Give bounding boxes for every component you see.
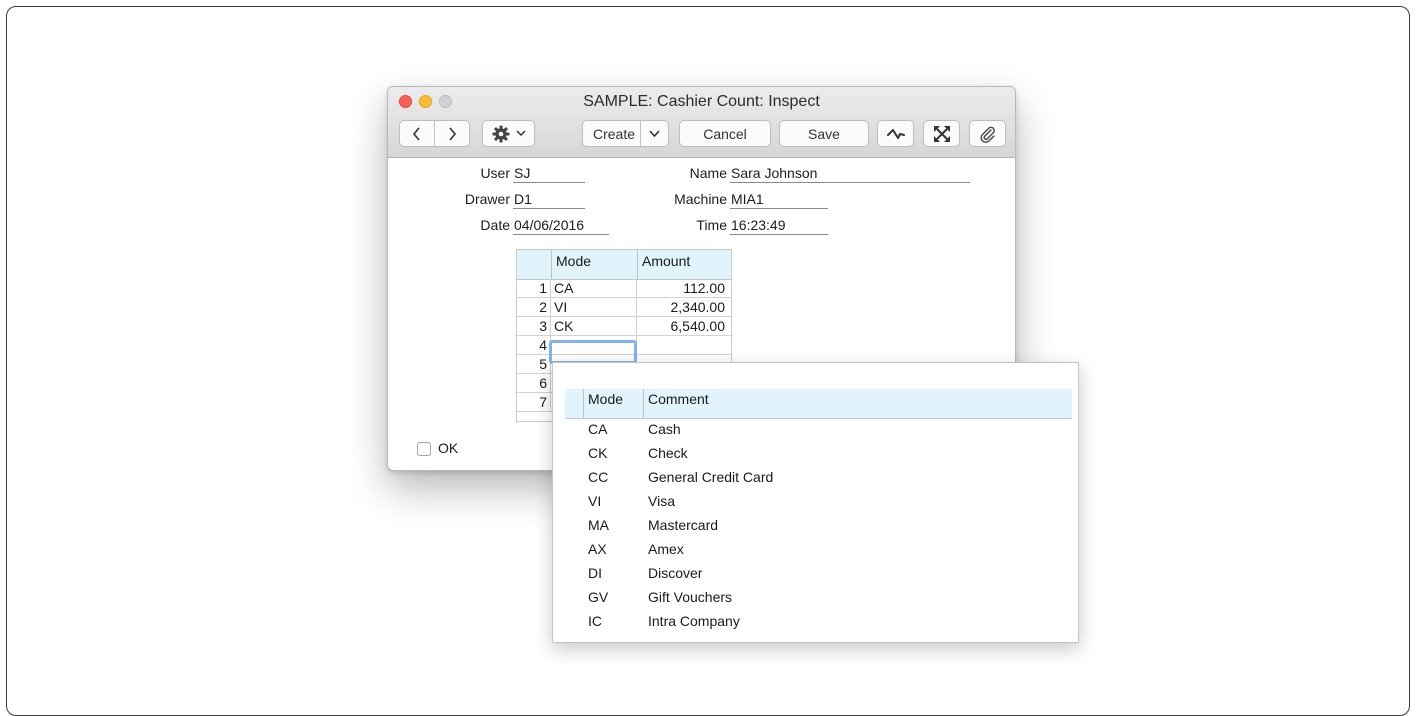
grid-row[interactable]: 2 VI 2,340.00 (517, 298, 731, 317)
popup-comment: Gift Vouchers (648, 589, 733, 605)
amount-cell[interactable]: 2,340.00 (637, 298, 731, 317)
popup-mode: DI (588, 565, 602, 581)
next-record-button[interactable] (434, 121, 469, 146)
popup-row[interactable]: VI Visa (553, 492, 1078, 516)
mode-lookup-popup: Mode Comment CA Cash CK Check CC General… (552, 362, 1079, 643)
gear-icon (492, 125, 509, 142)
grid-header: Mode Amount (517, 250, 731, 280)
machine-label: Machine (674, 191, 727, 207)
date-label: Date (480, 217, 510, 233)
activity-icon (886, 128, 905, 139)
amount-cell[interactable]: 6,540.00 (637, 317, 731, 336)
popup-mode: CA (588, 421, 608, 437)
popup-comment: Cash (648, 421, 681, 437)
row-number: 7 (517, 393, 551, 412)
popup-row[interactable]: CK Check (553, 444, 1078, 468)
popup-comment: Intra Company (648, 613, 740, 629)
time-label: Time (696, 217, 727, 233)
save-button[interactable]: Save (779, 120, 869, 147)
drawer-label: Drawer (464, 191, 510, 207)
save-label: Save (808, 125, 840, 142)
popup-row[interactable]: DI Discover (553, 564, 1078, 588)
popup-header: Mode Comment (565, 389, 1072, 419)
time-field[interactable]: 16:23:49 (730, 217, 828, 235)
expand-icon (933, 125, 950, 142)
popup-row[interactable]: CC General Credit Card (553, 468, 1078, 492)
create-button[interactable]: Create (582, 120, 669, 147)
activity-button[interactable] (877, 120, 914, 147)
expand-button[interactable] (923, 120, 960, 147)
date-field[interactable]: 04/06/2016 (513, 217, 609, 235)
create-label: Create (593, 125, 636, 142)
row-number: 6 (517, 374, 551, 393)
row-number: 3 (517, 317, 551, 336)
chevron-down-icon (649, 130, 660, 138)
cancel-button[interactable]: Cancel (679, 120, 771, 147)
name-label: Name (689, 165, 727, 181)
popup-row[interactable]: GV Gift Vouchers (553, 588, 1078, 612)
user-label: User (480, 165, 510, 181)
popup-mode: AX (588, 541, 607, 557)
window-title: SAMPLE: Cashier Count: Inspect (583, 93, 820, 110)
cancel-label: Cancel (703, 125, 747, 142)
popup-row[interactable]: MA Mastercard (553, 516, 1078, 540)
chevron-left-icon (412, 126, 420, 141)
popup-comment: Discover (648, 565, 703, 581)
popup-row[interactable]: CA Cash (553, 420, 1078, 444)
popup-row[interactable]: IC Intra Company (553, 612, 1078, 636)
paperclip-icon (979, 126, 995, 143)
row-number: 2 (517, 298, 551, 317)
user-field[interactable]: SJ (513, 165, 585, 183)
popup-comment: Amex (648, 541, 684, 557)
window-titlebar: SAMPLE: Cashier Count: Inspect Create Ca… (388, 87, 1015, 158)
mode-cell[interactable]: CA (551, 279, 637, 298)
popup-header-mode: Mode (583, 389, 643, 418)
amount-cell[interactable]: 112.00 (637, 279, 731, 298)
popup-mode: CC (588, 469, 609, 485)
popup-row[interactable]: AX Amex (553, 540, 1078, 564)
popup-mode: IC (588, 613, 602, 629)
create-divider (640, 121, 641, 146)
chevron-right-icon (449, 126, 457, 141)
navigation-buttons (399, 120, 470, 147)
mode-cell[interactable]: VI (551, 298, 637, 317)
previous-record-button[interactable] (400, 121, 434, 146)
attach-button[interactable] (969, 120, 1006, 147)
grid-header-mode: Mode (551, 250, 637, 279)
row-number: 5 (517, 355, 551, 374)
popup-mode: VI (588, 493, 602, 509)
popup-header-comment: Comment (643, 389, 1072, 418)
mode-cell[interactable]: CK (551, 317, 637, 336)
active-cell-focus[interactable] (549, 340, 637, 364)
name-field[interactable]: Sara Johnson (730, 165, 970, 183)
popup-comment: General Credit Card (648, 469, 774, 485)
popup-mode: MA (588, 517, 609, 533)
row-number: 4 (517, 336, 551, 355)
chevron-down-icon (515, 130, 526, 137)
ok-checkbox[interactable] (417, 442, 431, 456)
grid-row[interactable]: 1 CA 112.00 (517, 279, 731, 298)
row-number: 1 (517, 279, 551, 298)
amount-cell[interactable] (637, 336, 731, 355)
ok-label: OK (438, 440, 459, 456)
popup-comment: Visa (648, 493, 675, 509)
popup-comment: Mastercard (648, 517, 719, 533)
machine-field[interactable]: MIA1 (730, 191, 828, 209)
popup-mode: GV (588, 589, 609, 605)
actions-menu-button[interactable] (482, 120, 535, 147)
popup-comment: Check (648, 445, 688, 461)
drawer-field[interactable]: D1 (513, 191, 585, 209)
popup-mode: CK (588, 445, 608, 461)
grid-row[interactable]: 3 CK 6,540.00 (517, 317, 731, 336)
grid-header-amount: Amount (637, 250, 731, 279)
